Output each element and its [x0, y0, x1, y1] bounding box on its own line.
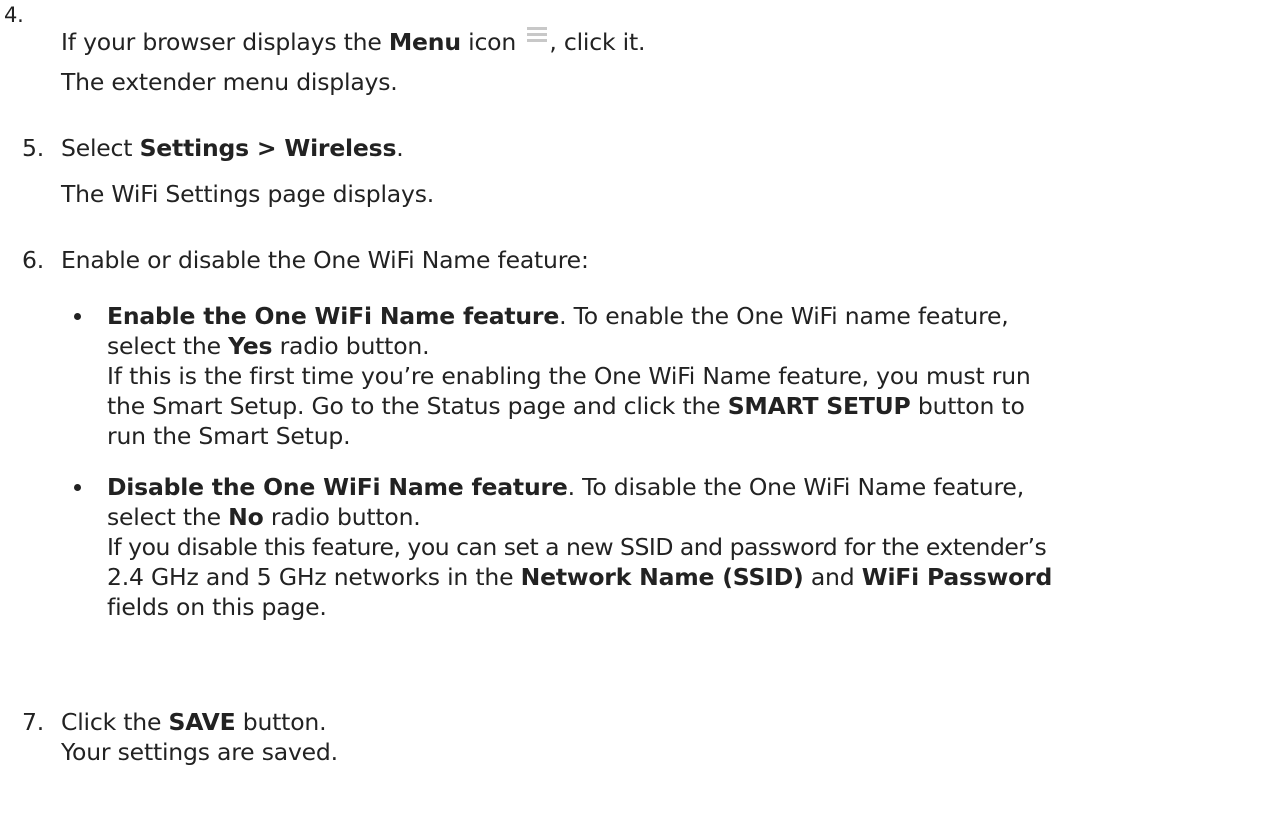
step-text: icon — [460, 28, 524, 56]
bold-term: SMART SETUP — [727, 392, 911, 420]
step-7-line-2: Your settings are saved. — [61, 738, 338, 766]
bold-term: WiFi Password — [861, 563, 1053, 591]
bullet-point — [74, 313, 81, 320]
step-4-line-1: If your browser displays the Menu icon ,… — [61, 26, 645, 58]
step-7-line-1: Click the SAVE button. — [61, 706, 327, 738]
bullet-1-line-1: Enable the One WiFi Name feature. To ena… — [107, 300, 1009, 332]
step-text: . To enable the One WiFi name feature, — [559, 302, 1009, 330]
step-number: 4. — [4, 3, 24, 27]
bold-term: SAVE — [168, 708, 236, 736]
step-text: radio button. — [272, 332, 430, 360]
bold-term: Disable the One WiFi Name feature — [107, 473, 568, 501]
bullet-1-line-4: the Smart Setup. Go to the Status page a… — [107, 390, 1025, 422]
step-text: 2.4 GHz and 5 GHz networks in the — [107, 563, 521, 591]
step-6-line-1: Enable or disable the One WiFi Name feat… — [61, 246, 589, 274]
bullet-2-line-3: If you disable this feature, you can set… — [107, 533, 1047, 561]
bullet-1-line-2: select the Yes radio button. — [107, 330, 430, 362]
step-text: and — [803, 563, 862, 591]
bullet-2-line-1: Disable the One WiFi Name feature. To di… — [107, 471, 1024, 503]
bold-term: Yes — [228, 332, 273, 360]
step-5-line-2: The WiFi Settings page displays. — [61, 180, 435, 208]
step-text: radio button. — [263, 503, 421, 531]
step-text: button. — [235, 708, 327, 736]
step-text: , click it. — [549, 28, 646, 56]
step-5-line-1: Select Settings > Wireless. — [61, 132, 404, 164]
bullet-point — [74, 484, 81, 491]
step-number: 5. — [22, 134, 45, 162]
bullet-1-line-5: run the Smart Setup. — [107, 422, 351, 450]
step-number: 7. — [22, 708, 45, 736]
bullet-2-line-2: select the No radio button. — [107, 501, 421, 533]
bullet-2-line-5: fields on this page. — [107, 593, 327, 621]
bullet-1-line-3: If this is the first time you’re enablin… — [107, 362, 1031, 390]
step-text: the Smart Setup. Go to the Status page a… — [107, 392, 728, 420]
step-text: select the — [107, 332, 229, 360]
instructions-page: 4. If your browser displays the Menu ico… — [0, 0, 1262, 822]
bold-term: Network Name (SSID) — [520, 563, 804, 591]
step-number: 6. — [22, 246, 45, 274]
step-text: . — [396, 134, 404, 162]
step-text: . To disable the One WiFi Name feature, — [567, 473, 1025, 501]
step-text: button to — [910, 392, 1025, 420]
bold-term: Enable the One WiFi Name feature — [107, 302, 560, 330]
step-text: Select — [61, 134, 140, 162]
hamburger-menu-icon — [527, 20, 548, 42]
step-4-line-2: The extender menu displays. — [61, 68, 398, 96]
bullet-2-line-4: 2.4 GHz and 5 GHz networks in the Networ… — [107, 561, 1052, 593]
step-text: If your browser displays the — [61, 28, 389, 56]
step-text: Click the — [61, 708, 169, 736]
step-text: select the — [107, 503, 229, 531]
bold-term: No — [228, 503, 264, 531]
bold-term: Menu — [388, 28, 461, 56]
bold-term: Settings > Wireless — [139, 134, 397, 162]
